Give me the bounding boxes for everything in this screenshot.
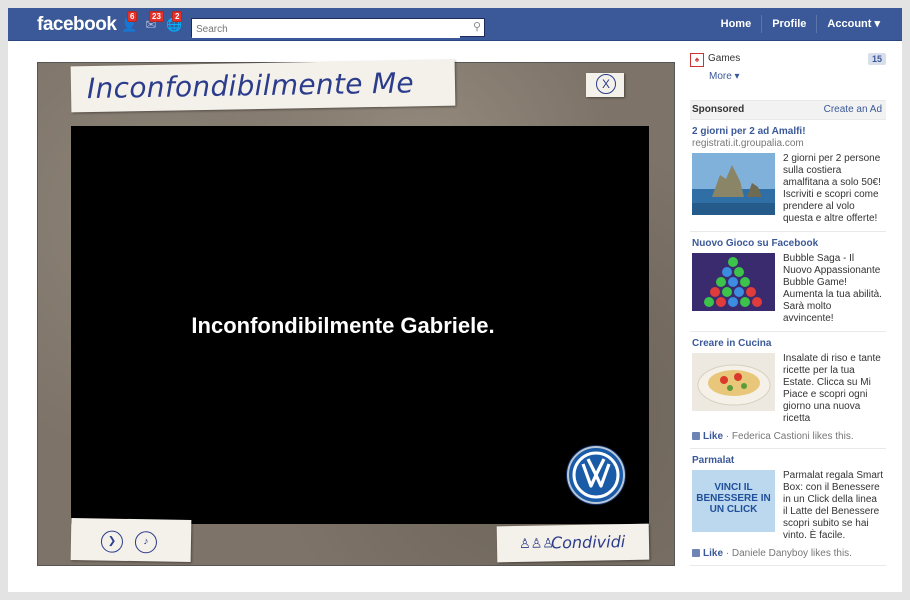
ad-text: 2 giorni per 2 persone sulla costiera am… [783, 153, 881, 224]
like-link[interactable]: Like [703, 431, 723, 442]
game-panel: Inconfondibilmente Me X Inconfondibilmen… [37, 59, 675, 566]
ad-title[interactable]: Creare in Cucina [692, 338, 884, 349]
search-icon[interactable]: ⚲ [473, 20, 481, 33]
like-social-text: · Daniele Danyboy likes this. [723, 548, 852, 559]
notifications-badge: 2 [172, 11, 183, 22]
games-bookmark[interactable]: ♠ Games 15 [690, 52, 886, 68]
share-button[interactable]: ♙♙♙ Condividi [496, 523, 650, 563]
ad-like-row: Like · Daniele Danyboy likes this. [692, 548, 884, 559]
vw-logo [567, 446, 625, 504]
notifications-icon[interactable]: 🌐 2 [166, 11, 183, 33]
ad-image[interactable] [692, 353, 775, 415]
close-button[interactable]: X [586, 73, 624, 97]
ad-item[interactable]: Creare in Cucina Insalate di riso e tant… [690, 332, 886, 449]
ad-image[interactable]: VINCI IL BENESSERE IN UN CLICK [692, 470, 775, 532]
play-icon[interactable]: ❯ [100, 530, 124, 553]
share-label: Condividi [550, 532, 626, 553]
like-social-text: · Federica Castioni likes this. [723, 431, 854, 442]
like-icon [692, 432, 700, 440]
ad-item[interactable]: Nuovo Gioco su Facebook Bubble Saga - Il… [690, 232, 886, 332]
ad-text: Insalate di riso e tante ricette per la … [783, 353, 881, 424]
ad-text: Bubble Saga - Il Nuovo Appassionante Bub… [783, 253, 882, 324]
search-input[interactable] [192, 21, 460, 38]
ad-title[interactable]: 2 giorni per 2 ad Amalfi! [692, 126, 884, 137]
volume-icon[interactable]: ♪ [134, 531, 158, 554]
page-frame: facebook 👤 6 ✉ 23 🌐 2 ⚲ Home Profile Acc… [8, 8, 902, 592]
people-icon: ♙♙♙ [518, 535, 555, 551]
top-nav: Home Profile Account ▾ [711, 8, 890, 40]
nav-profile[interactable]: Profile [762, 8, 816, 40]
ad-like-row: Like · Federica Castioni likes this. [692, 431, 884, 442]
ad-title[interactable]: Parmalat [692, 455, 884, 466]
ad-image[interactable] [692, 253, 775, 315]
video-screen[interactable]: Inconfondibilmente Gabriele. [71, 126, 649, 524]
ad-item[interactable]: 2 giorni per 2 ad Amalfi! registrati.it.… [690, 120, 886, 232]
nav-home[interactable]: Home [711, 8, 762, 40]
top-bar: facebook 👤 6 ✉ 23 🌐 2 ⚲ Home Profile Acc… [8, 8, 902, 41]
game-title: Inconfondibilmente Me [86, 66, 415, 106]
sponsored-header: Sponsored Create an Ad [690, 100, 886, 120]
ad-image[interactable] [692, 153, 775, 215]
search-box: ⚲ [191, 18, 485, 38]
ad-text: Parmalat regala Smart Box: con il Beness… [783, 470, 884, 541]
ad-image-text: VINCI IL BENESSERE IN UN CLICK [696, 482, 771, 515]
video-caption: Inconfondibilmente Gabriele. [71, 313, 649, 339]
ad-url: registrati.it.groupalia.com [692, 138, 804, 149]
messages-icon[interactable]: ✉ 23 [143, 11, 164, 33]
more-link[interactable]: More ▾ [709, 71, 886, 82]
nav-account[interactable]: Account ▾ [817, 8, 890, 40]
ad-item[interactable]: Parmalat VINCI IL BENESSERE IN UN CLICK … [690, 449, 886, 566]
games-label: Games [708, 53, 741, 64]
games-icon: ♠ [690, 53, 704, 67]
like-link[interactable]: Like [703, 548, 723, 559]
video-caption-text: Inconfondibilmente Gabriele. [191, 313, 495, 338]
games-count-badge: 15 [867, 53, 886, 65]
ad-title[interactable]: Nuovo Gioco su Facebook [692, 238, 884, 249]
right-column: ♠ Games 15 More ▾ Sponsored Create an Ad… [690, 52, 886, 566]
friend-requests-badge: 6 [127, 11, 138, 22]
close-icon: X [596, 74, 616, 94]
sponsored-label: Sponsored [692, 104, 745, 115]
create-ad-link[interactable]: Create an Ad [824, 104, 882, 115]
like-icon [692, 549, 700, 557]
messages-badge: 23 [149, 11, 164, 22]
controls-bar: ❯ ♪ [70, 517, 192, 563]
friend-requests-icon[interactable]: 👤 6 [121, 11, 138, 33]
title-banner: Inconfondibilmente Me [70, 59, 456, 113]
facebook-logo[interactable]: facebook [37, 14, 117, 36]
